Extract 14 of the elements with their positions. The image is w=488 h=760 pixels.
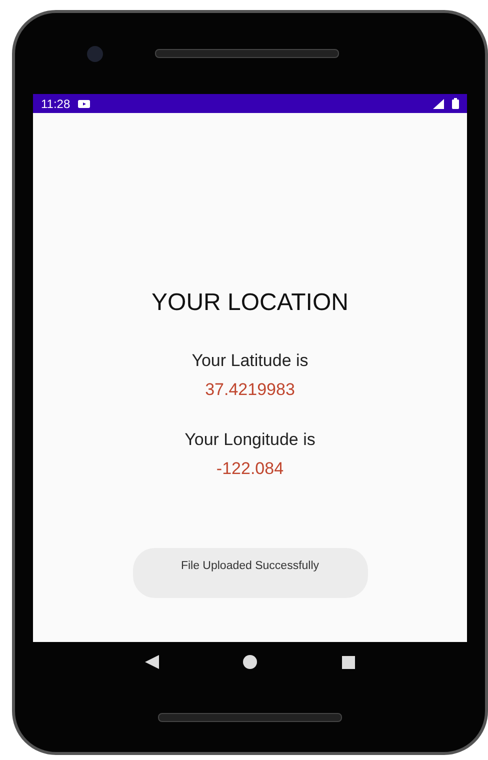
reading-value: -122.084 (216, 459, 284, 479)
back-icon[interactable] (145, 655, 160, 669)
page-title: YOUR LOCATION (152, 289, 348, 317)
status-time: 11:28 (41, 96, 70, 110)
home-icon[interactable] (243, 655, 258, 669)
recents-icon[interactable] (342, 656, 355, 668)
toast-message: File Uploaded Successfully (132, 548, 368, 598)
reading-label: Your Latitude is (192, 351, 308, 371)
reading-label: Your Longitude is (184, 430, 316, 450)
camera-icon (87, 46, 103, 62)
reading-value: 37.4219983 (205, 380, 295, 400)
notification-icon (78, 100, 90, 108)
battery-icon (452, 98, 459, 109)
signal-icon (433, 98, 444, 108)
